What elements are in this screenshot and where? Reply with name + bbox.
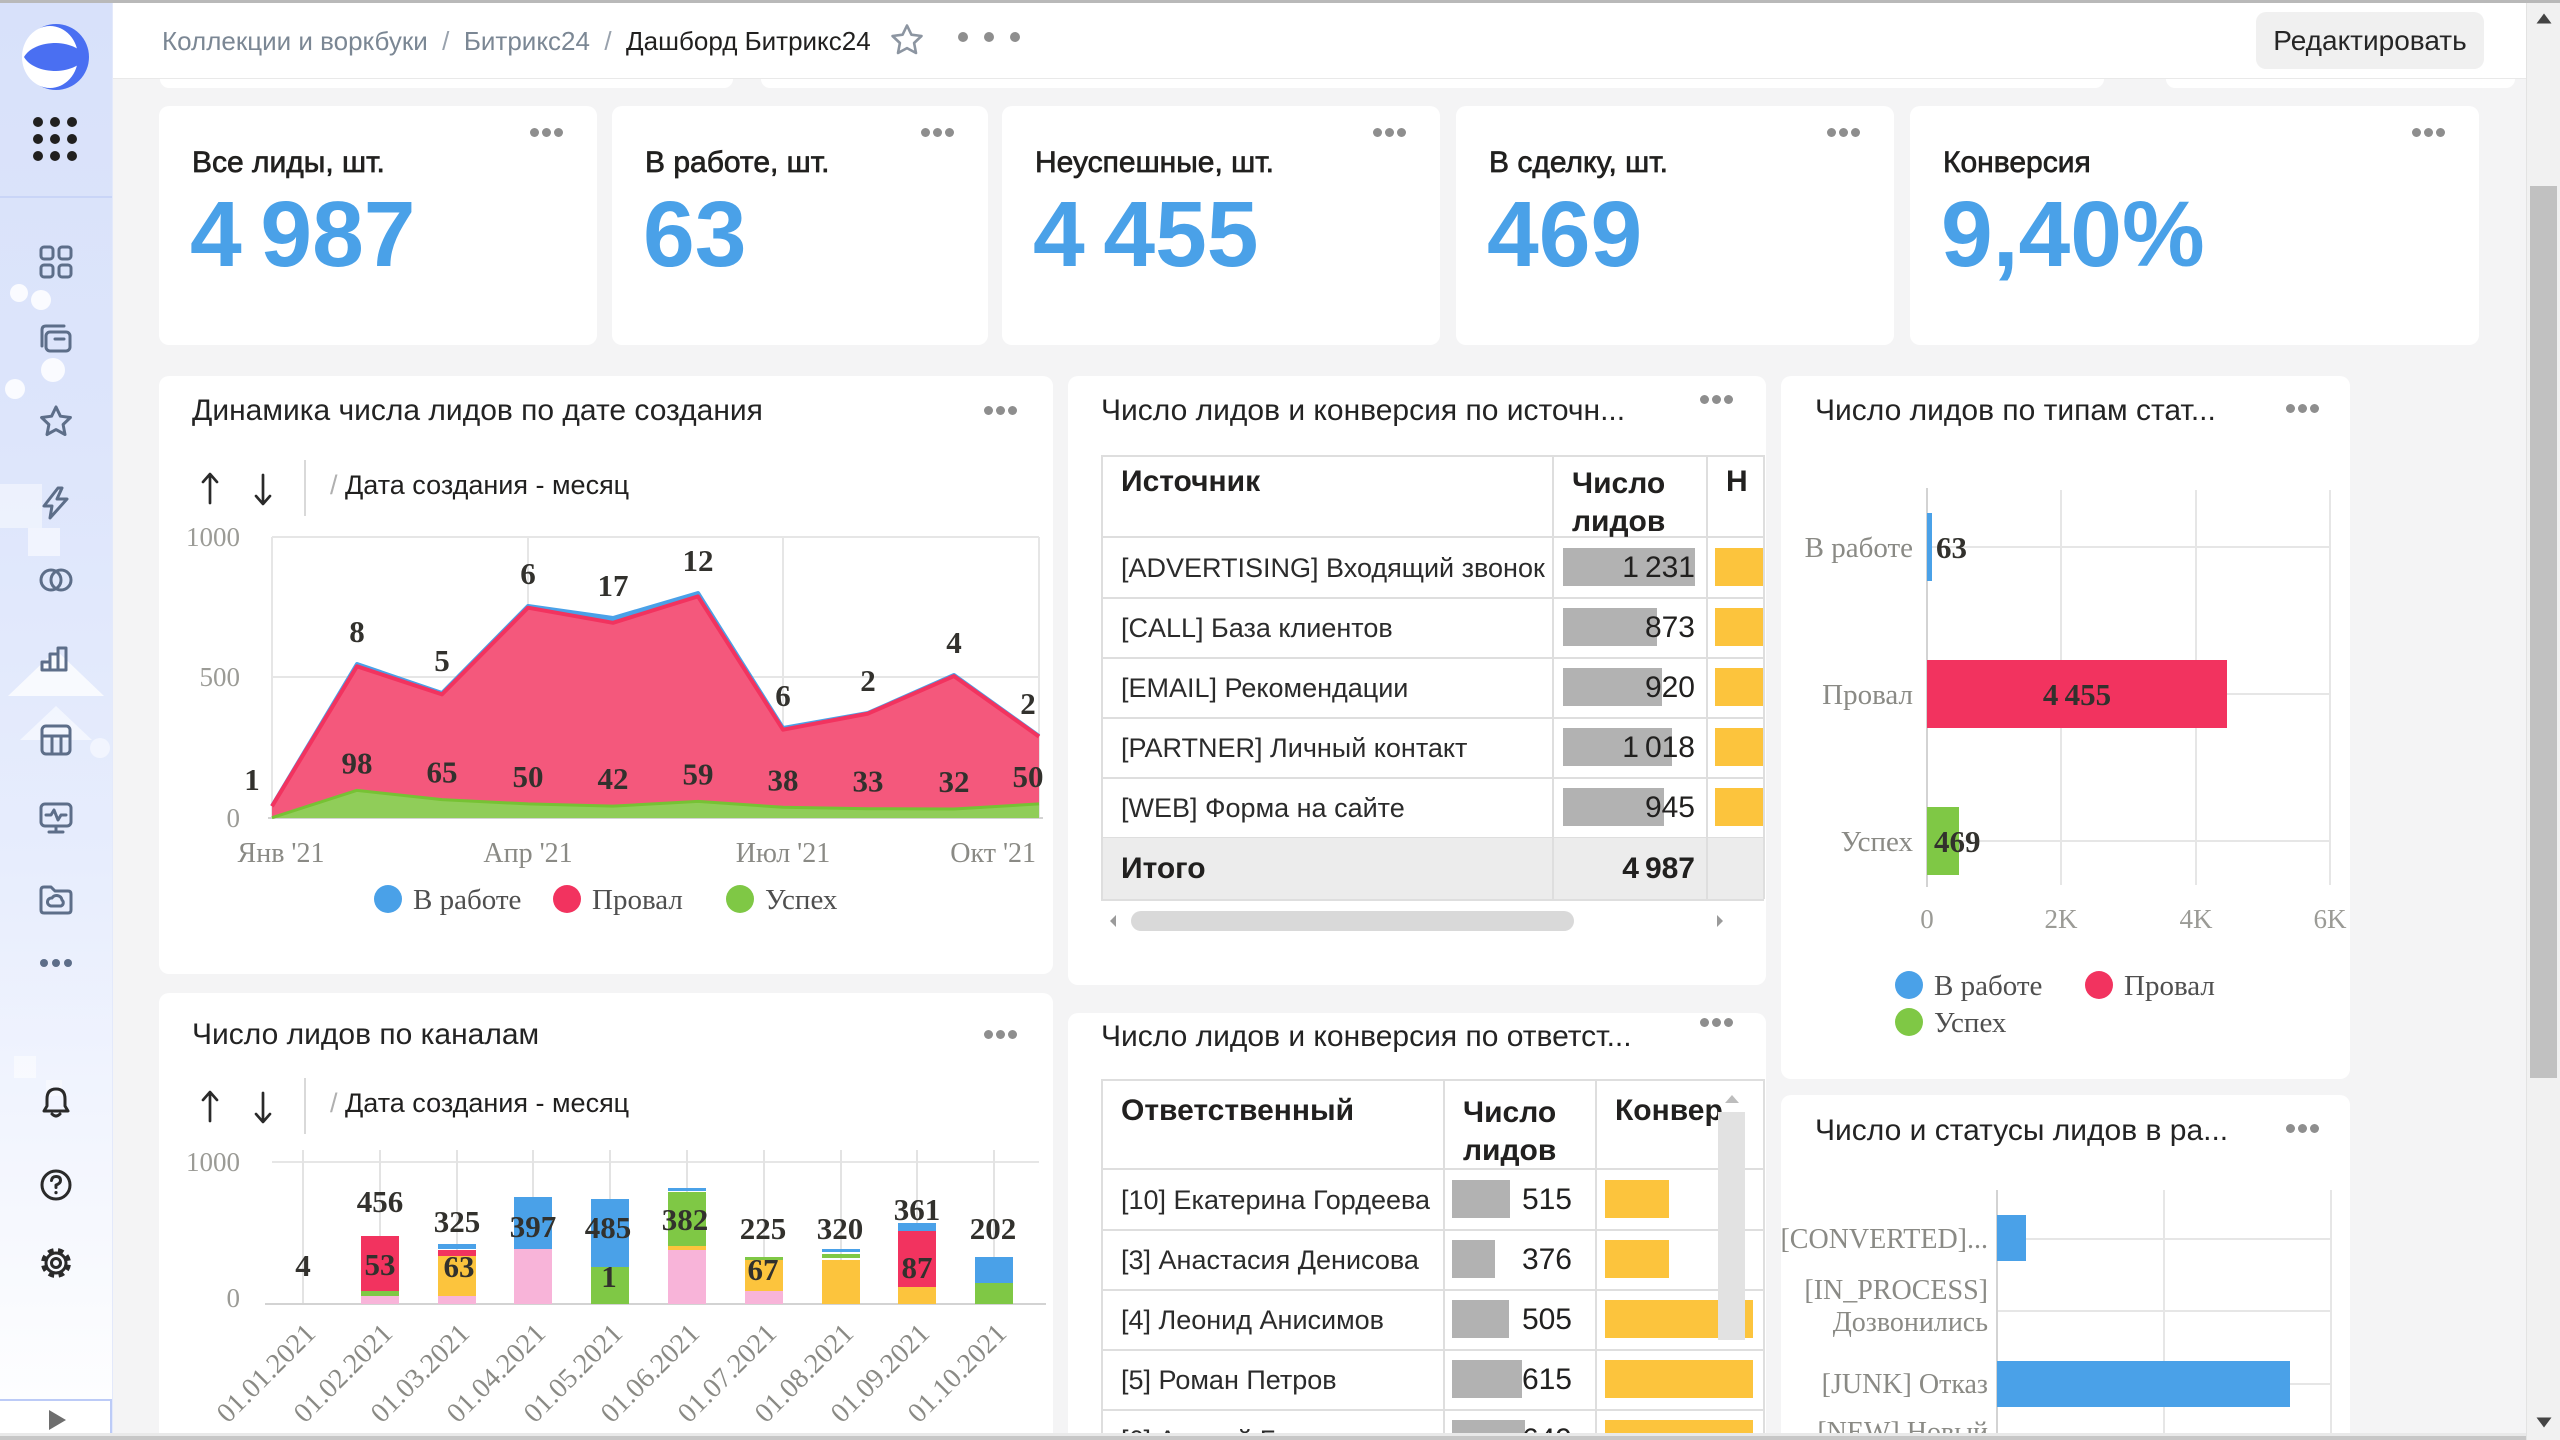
svg-text:320: 320 — [817, 1211, 864, 1246]
svg-text:98: 98 — [342, 745, 373, 780]
svg-text:Успех: Успех — [765, 884, 838, 916]
svg-text:382: 382 — [662, 1202, 709, 1237]
svg-text:1: 1 — [601, 1259, 617, 1294]
svg-text:Успех: Успех — [1934, 1007, 2007, 1039]
svg-text:Июл '21: Июл '21 — [736, 838, 830, 869]
svg-text:4: 4 — [295, 1248, 311, 1283]
svg-text:Окт '21: Окт '21 — [950, 838, 1036, 869]
svg-text:38: 38 — [768, 762, 799, 797]
svg-text:6: 6 — [520, 556, 536, 591]
svg-text:[JUNK] Отказ: [JUNK] Отказ — [1822, 1369, 1988, 1400]
svg-text:59: 59 — [683, 756, 714, 791]
svg-text:325: 325 — [434, 1204, 481, 1239]
svg-text:500: 500 — [200, 662, 241, 692]
svg-text:2K: 2K — [2045, 904, 2079, 934]
svg-text:53: 53 — [365, 1247, 396, 1282]
svg-text:361: 361 — [894, 1192, 941, 1227]
svg-text:63: 63 — [1936, 530, 1967, 565]
svg-text:50: 50 — [513, 759, 544, 794]
svg-text:397: 397 — [510, 1209, 557, 1244]
svg-text:Провал: Провал — [592, 884, 683, 916]
svg-text:4: 4 — [946, 625, 962, 660]
svg-text:50: 50 — [1013, 759, 1044, 794]
svg-text:1000: 1000 — [186, 1147, 240, 1177]
svg-text:456: 456 — [357, 1184, 404, 1219]
svg-text:469: 469 — [1934, 824, 1981, 859]
svg-text:202: 202 — [970, 1211, 1017, 1246]
svg-text:4K: 4K — [2180, 904, 2214, 934]
svg-text:67: 67 — [748, 1252, 779, 1287]
svg-text:2: 2 — [860, 663, 876, 698]
svg-text:0: 0 — [227, 803, 241, 833]
svg-text:Апр '21: Апр '21 — [483, 838, 572, 869]
svg-text:32: 32 — [939, 764, 970, 799]
svg-text:В работе: В работе — [413, 884, 521, 916]
svg-text:Провал: Провал — [1822, 679, 1913, 711]
svg-text:0: 0 — [227, 1283, 241, 1313]
svg-text:8: 8 — [349, 614, 365, 649]
svg-text:Янв '21: Янв '21 — [238, 838, 325, 869]
svg-text:5: 5 — [434, 643, 450, 678]
svg-text:2: 2 — [1020, 686, 1036, 721]
svg-text:В работе: В работе — [1934, 970, 2042, 1002]
svg-text:1: 1 — [244, 762, 260, 797]
svg-text:Успех: Успех — [1841, 826, 1914, 858]
svg-text:87: 87 — [902, 1250, 933, 1285]
svg-text:33: 33 — [853, 764, 884, 799]
svg-text:[IN_PROCESS]: [IN_PROCESS] — [1804, 1275, 1988, 1306]
svg-text:0: 0 — [1920, 904, 1934, 934]
svg-text:17: 17 — [598, 568, 629, 603]
svg-text:Провал: Провал — [2124, 970, 2215, 1002]
svg-text:6: 6 — [775, 678, 791, 713]
svg-text:65: 65 — [427, 755, 458, 790]
svg-text:225: 225 — [740, 1211, 787, 1246]
svg-text:6K: 6K — [2314, 904, 2348, 934]
svg-text:485: 485 — [585, 1210, 632, 1245]
svg-text:63: 63 — [444, 1249, 475, 1284]
svg-text:12: 12 — [683, 543, 714, 578]
svg-text:[CONVERTED]...: [CONVERTED]... — [1781, 1224, 1988, 1255]
svg-text:Дозвонились: Дозвонились — [1833, 1307, 1988, 1338]
svg-text:В работе: В работе — [1805, 532, 1913, 564]
svg-text:1000: 1000 — [186, 522, 240, 552]
svg-text:42: 42 — [598, 761, 629, 796]
svg-text:4 455: 4 455 — [2043, 677, 2111, 712]
